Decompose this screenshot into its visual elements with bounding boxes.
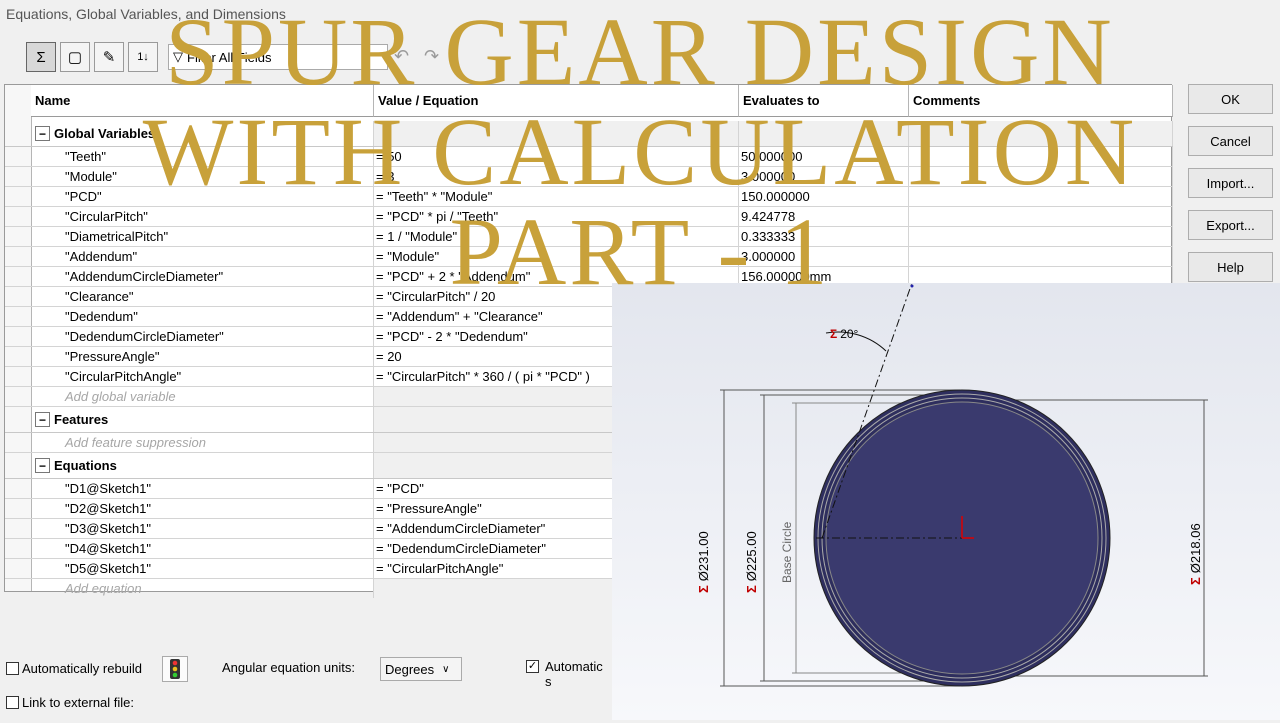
variable-name[interactable]: "PressureAngle" [31,347,374,366]
angular-units-label: Angular equation units: [222,660,355,675]
equation-name[interactable]: "D1@Sketch1" [31,479,374,498]
add-feature-placeholder[interactable]: Add feature suppression [31,433,374,452]
overlay-title-line-1: SPUR GEAR DESIGN [165,0,1115,105]
traffic-light-icon[interactable] [162,656,188,682]
add-global-variable-placeholder[interactable]: Add global variable [31,387,374,406]
dimension-225-label: Ø225.00 [744,531,759,582]
section-title: Features [54,412,109,427]
angle-label: 20° [840,327,859,341]
sigma-icon: Σ [830,327,838,341]
sigma-icon: Σ [744,585,759,593]
automatic-label: Automatic s [545,659,603,689]
dimension-231-label: Ø231.00 [696,531,711,582]
overlay-title-line-3: PART - 1 [449,198,831,305]
angular-units-select[interactable]: Degrees ∨ [380,657,462,681]
base-circle-label: Base Circle [780,521,794,583]
chevron-down-icon: ∨ [442,663,450,675]
equation-name[interactable]: "D5@Sketch1" [31,559,374,578]
equation-name[interactable]: "D2@Sketch1" [31,499,374,518]
dimension-218-label: Ø218.06 [1188,523,1203,574]
collapse-icon[interactable]: − [35,458,50,473]
overlay-title-line-2: WITH CALCULATION [142,98,1138,205]
variable-name[interactable]: "Dedendum" [31,307,374,326]
cad-viewport[interactable]: Σ 20° Σ Ø231.00 Σ Ø225.00 Base Circle Σ … [612,282,1280,720]
equation-name[interactable]: "D4@Sketch1" [31,539,374,558]
auto-rebuild-checkbox[interactable] [6,662,19,675]
dimension-225[interactable]: Σ Ø225.00 [744,531,759,593]
variable-name[interactable]: "DedendumCircleDiameter" [31,327,374,346]
equation-name[interactable]: "D3@Sketch1" [31,519,374,538]
dimension-231[interactable]: Σ Ø231.00 [696,531,711,593]
link-external-label: Link to external file: [22,695,135,710]
link-external-checkbox[interactable] [6,696,19,709]
collapse-icon[interactable]: − [35,412,50,427]
section-title: Equations [54,458,117,473]
dimension-218[interactable]: Σ Ø218.06 [1188,523,1203,585]
angle-dimension[interactable]: Σ 20° [830,327,858,341]
add-equation-placeholder[interactable]: Add equation [31,579,374,598]
gear-sketch [720,282,1208,687]
auto-rebuild-label: Automatically rebuild [22,661,142,676]
bottom-options: Automatically rebuild Angular equation u… [0,640,612,720]
sigma-icon: Σ [696,585,711,593]
variable-name[interactable]: "CircularPitchAngle" [31,367,374,386]
sigma-icon: Σ [1188,577,1203,585]
angular-units-value: Degrees [385,661,435,677]
automatic-checkbox[interactable]: ✓ [526,660,539,673]
